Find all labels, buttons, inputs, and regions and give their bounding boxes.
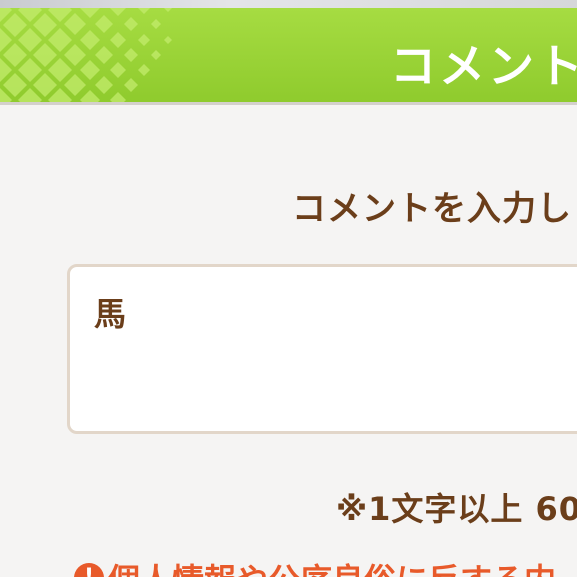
comment-input-value: 馬 (94, 295, 127, 333)
diamond-pattern (0, 8, 172, 102)
comment-instruction: コメントを入力し (292, 189, 572, 229)
character-limit-note: ※1文字以上 60 (336, 490, 577, 528)
exclamation-icon: ! (74, 563, 104, 577)
top-strip (0, 0, 577, 8)
comment-dialog: コメント コメントを入力し 馬 ※1文字以上 60 ! 個人情報や公序良俗に反す… (0, 0, 577, 577)
privacy-warning: ! 個人情報や公序良俗に反する内 (74, 555, 556, 577)
comment-input[interactable]: 馬 (67, 264, 577, 434)
privacy-warning-text: 個人情報や公序良俗に反する内 (108, 555, 556, 577)
dialog-title: コメント (390, 39, 577, 93)
dialog-header: コメント (0, 8, 577, 102)
